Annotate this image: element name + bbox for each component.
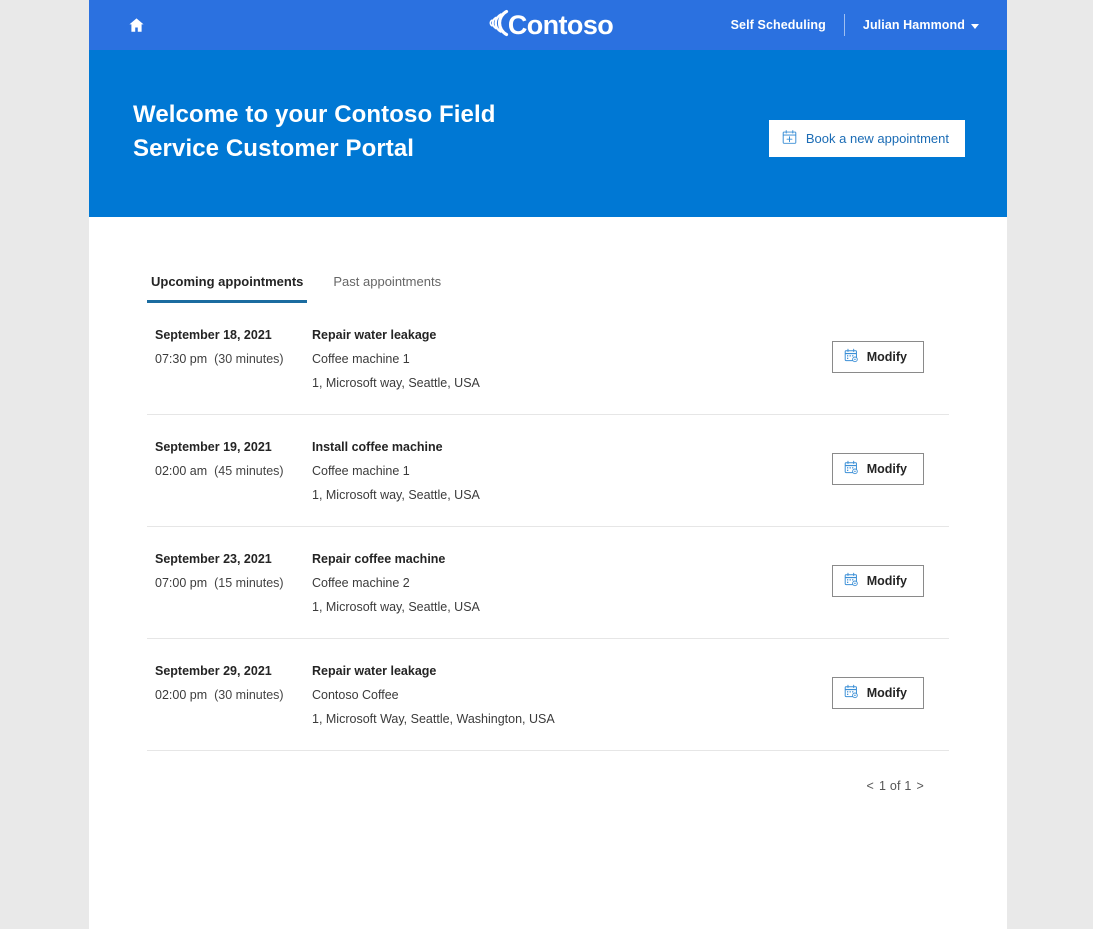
pagination-next-button[interactable]: > bbox=[917, 779, 925, 793]
appointment-row: September 18, 2021 07:30 pm (30 minutes) … bbox=[147, 303, 949, 415]
appointment-asset: Contoso Coffee bbox=[312, 688, 399, 702]
appointment-title: Repair water leakage bbox=[312, 328, 437, 342]
appointment-date: September 18, 2021 bbox=[155, 328, 272, 342]
appointment-duration: (45 minutes) bbox=[214, 464, 284, 478]
appointment-asset: Coffee machine 1 bbox=[312, 352, 410, 366]
appointment-time: 02:00 am bbox=[155, 464, 208, 478]
page-title: Welcome to your Contoso Field Service Cu… bbox=[133, 101, 496, 162]
appointment-action: Modify bbox=[829, 327, 949, 373]
appointment-date: September 29, 2021 bbox=[155, 664, 272, 678]
pagination-prev-button[interactable]: < bbox=[867, 779, 875, 793]
appointment-address: 1, Microsoft Way, Seattle, Washington, U… bbox=[312, 712, 555, 726]
calendar-edit-icon bbox=[844, 684, 859, 702]
top-navigation-bar: Contoso Self Scheduling Julian Hammond bbox=[89, 0, 1007, 50]
appointment-duration: (30 minutes) bbox=[214, 688, 284, 702]
pagination-status: 1 of 1 bbox=[879, 779, 912, 793]
appointment-time-line: 07:30 pm (30 minutes) bbox=[155, 351, 304, 368]
modify-appointment-label: Modify bbox=[866, 462, 907, 476]
portal-page: Contoso Self Scheduling Julian Hammond W… bbox=[89, 0, 1007, 929]
home-icon bbox=[127, 16, 146, 34]
modify-appointment-label: Modify bbox=[866, 686, 907, 700]
appointment-address: 1, Microsoft way, Seattle, USA bbox=[312, 600, 480, 614]
calendar-plus-icon bbox=[782, 129, 797, 148]
home-button[interactable] bbox=[121, 10, 151, 40]
appointment-duration: (30 minutes) bbox=[214, 352, 284, 366]
appointment-title: Install coffee machine bbox=[312, 440, 443, 454]
modify-appointment-label: Modify bbox=[866, 574, 907, 588]
appointment-date: September 19, 2021 bbox=[155, 440, 272, 454]
main-content: Upcoming appointments Past appointments … bbox=[89, 217, 1007, 793]
appointment-tabs: Upcoming appointments Past appointments bbox=[147, 217, 949, 303]
appointment-action: Modify bbox=[829, 663, 949, 709]
appointment-action: Modify bbox=[829, 551, 949, 597]
appointment-time: 07:30 pm bbox=[155, 352, 208, 366]
user-menu[interactable]: Julian Hammond bbox=[863, 18, 979, 32]
appointment-asset: Coffee machine 1 bbox=[312, 464, 410, 478]
appointment-asset: Coffee machine 2 bbox=[312, 576, 410, 590]
self-scheduling-link[interactable]: Self Scheduling bbox=[731, 18, 826, 32]
tab-upcoming-appointments-label: Upcoming appointments bbox=[151, 274, 304, 289]
appointment-row: September 19, 2021 02:00 am (45 minutes) … bbox=[147, 415, 949, 527]
modify-appointment-label: Modify bbox=[866, 350, 907, 364]
tab-past-appointments-label: Past appointments bbox=[333, 274, 442, 289]
appointment-when: September 29, 2021 02:00 pm (30 minutes) bbox=[147, 663, 304, 704]
appointment-time-line: 02:00 pm (30 minutes) bbox=[155, 687, 304, 704]
pagination: < 1 of 1 > bbox=[147, 751, 949, 793]
appointment-time: 02:00 pm bbox=[155, 688, 208, 702]
navbar-right-group: Self Scheduling Julian Hammond bbox=[731, 0, 989, 50]
appointment-duration: (15 minutes) bbox=[214, 576, 284, 590]
chevron-down-icon bbox=[971, 23, 979, 29]
appointment-title: Repair coffee machine bbox=[312, 552, 446, 566]
appointment-time-line: 07:00 pm (15 minutes) bbox=[155, 575, 304, 592]
appointment-row: September 29, 2021 02:00 pm (30 minutes) … bbox=[147, 639, 949, 751]
pagination-controls: < 1 of 1 > bbox=[867, 779, 924, 793]
navbar-divider bbox=[843, 14, 845, 36]
appointment-time: 07:00 pm bbox=[155, 576, 208, 590]
appointment-when: September 19, 2021 02:00 am (45 minutes) bbox=[147, 439, 304, 480]
appointment-date: September 23, 2021 bbox=[155, 552, 272, 566]
modify-appointment-button[interactable]: Modify bbox=[831, 565, 924, 597]
appointment-row: September 23, 2021 07:00 pm (15 minutes) … bbox=[147, 527, 949, 639]
appointment-time-line: 02:00 am (45 minutes) bbox=[155, 463, 304, 480]
calendar-edit-icon bbox=[844, 572, 859, 590]
appointment-title: Repair water leakage bbox=[312, 664, 437, 678]
user-name-label: Julian Hammond bbox=[862, 18, 965, 32]
book-new-appointment-button[interactable]: Book a new appointment bbox=[768, 120, 965, 157]
appointment-details: Repair water leakage Contoso Coffee 1, M… bbox=[304, 663, 829, 728]
appointment-details: Repair coffee machine Coffee machine 2 1… bbox=[304, 551, 829, 616]
calendar-edit-icon bbox=[844, 460, 859, 478]
tab-past-appointments[interactable]: Past appointments bbox=[329, 274, 445, 303]
modify-appointment-button[interactable]: Modify bbox=[831, 341, 924, 373]
modify-appointment-button[interactable]: Modify bbox=[831, 453, 924, 485]
modify-appointment-button[interactable]: Modify bbox=[831, 677, 924, 709]
calendar-edit-icon bbox=[844, 348, 859, 366]
appointments-list: September 18, 2021 07:30 pm (30 minutes) … bbox=[147, 303, 949, 751]
book-new-appointment-label: Book a new appointment bbox=[805, 131, 949, 146]
appointment-details: Install coffee machine Coffee machine 1 … bbox=[304, 439, 829, 504]
appointment-details: Repair water leakage Coffee machine 1 1,… bbox=[304, 327, 829, 392]
appointment-when: September 23, 2021 07:00 pm (15 minutes) bbox=[147, 551, 304, 592]
hero-banner: Welcome to your Contoso Field Service Cu… bbox=[89, 50, 1007, 217]
appointment-when: September 18, 2021 07:30 pm (30 minutes) bbox=[147, 327, 304, 368]
appointment-action: Modify bbox=[829, 439, 949, 485]
brand-name: Contoso bbox=[507, 9, 614, 40]
appointment-address: 1, Microsoft way, Seattle, USA bbox=[312, 376, 480, 390]
tab-upcoming-appointments[interactable]: Upcoming appointments bbox=[147, 274, 308, 303]
appointment-address: 1, Microsoft way, Seattle, USA bbox=[312, 488, 480, 502]
